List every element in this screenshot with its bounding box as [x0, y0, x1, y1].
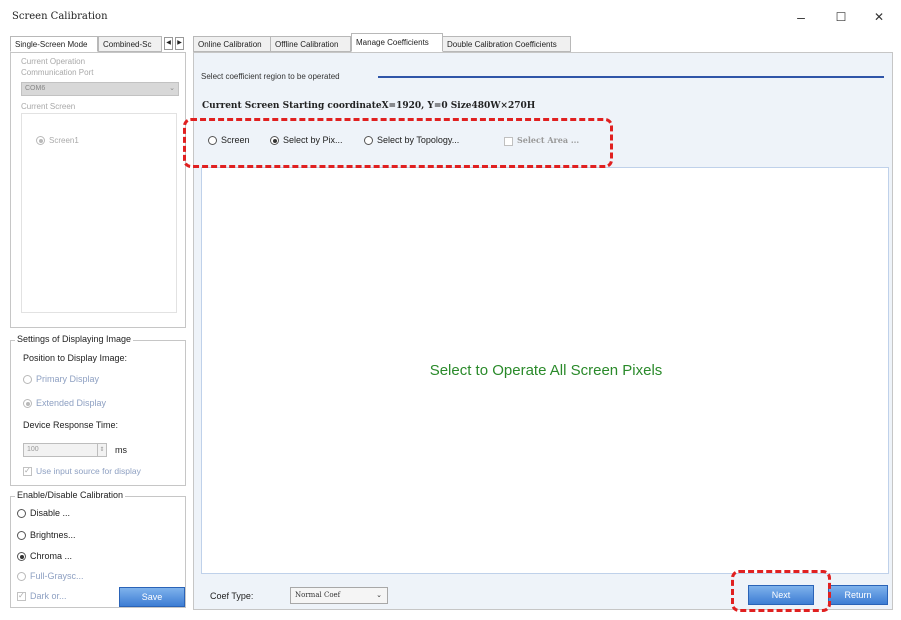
dark-option[interactable]: Dark or... [17, 591, 67, 602]
chroma-option[interactable]: Chroma ... [17, 551, 73, 562]
coef-type-label: Coef Type: [210, 591, 254, 601]
tab-double-calibration-coefficients[interactable]: Double Calibration Coefficients [443, 36, 571, 52]
full-grayscale-option[interactable]: Full-Graysc... [17, 571, 84, 582]
current-screen-label: Current Screen [21, 102, 76, 111]
disable-label: Disable ... [30, 508, 71, 518]
current-operation-label: Current Operation [21, 57, 86, 66]
communication-port-select[interactable]: COM6 ⌄ [21, 82, 179, 96]
dark-label: Dark or... [30, 591, 67, 601]
response-time-label: Device Response Time: [23, 420, 119, 430]
use-input-source-label: Use input source for display [36, 466, 141, 476]
extended-display-option[interactable]: Extended Display [23, 398, 107, 409]
chroma-radio[interactable] [17, 552, 26, 562]
position-label: Position to Display Image: [23, 353, 128, 363]
disable-radio[interactable] [17, 509, 26, 519]
primary-display-option[interactable]: Primary Display [23, 374, 100, 385]
use-input-source-checkbox[interactable] [23, 466, 32, 477]
chevron-down-icon: ⌄ [376, 591, 382, 599]
tab-scroll-left-icon[interactable]: ◀ [164, 37, 173, 50]
pixel-operation-area[interactable]: Select to Operate All Screen Pixels [201, 167, 889, 574]
display-settings-title: Settings of Displaying Image [15, 334, 134, 344]
operation-hint: Select to Operate All Screen Pixels [429, 362, 663, 379]
calibration-enable-group: Enable/Disable Calibration Disable ... B… [10, 490, 186, 608]
tab-offline-calibration[interactable]: Offline Calibration [271, 36, 351, 52]
screen-list: Screen1 [21, 113, 177, 313]
calibration-enable-title: Enable/Disable Calibration [15, 490, 126, 500]
brightness-radio[interactable] [17, 531, 26, 541]
tab-scroll-right-icon[interactable]: ▶ [175, 37, 184, 50]
dark-checkbox[interactable] [17, 591, 26, 602]
primary-display-radio[interactable] [23, 375, 32, 385]
primary-display-label: Primary Display [36, 374, 100, 384]
brightness-label: Brightnes... [30, 530, 76, 540]
window-title: Screen Calibration [12, 11, 108, 22]
screen1-label: Screen1 [49, 136, 79, 145]
left-tab-strip: Single-Screen Mode Combined-Sc ◀ ▶ [10, 36, 186, 52]
response-time-spinner[interactable]: 100 ⇕ [23, 443, 107, 457]
next-button-highlight [731, 570, 831, 612]
tab-combined-screen[interactable]: Combined-Sc [98, 36, 162, 52]
spinner-arrows-icon[interactable]: ⇕ [97, 444, 106, 456]
minimize-button[interactable]: – [786, 6, 816, 28]
title-bar: Screen Calibration – ☐ ✕ [0, 0, 901, 34]
port-value: COM6 [25, 85, 46, 92]
close-button[interactable]: ✕ [864, 6, 894, 28]
coef-type-value: Normal Coef [295, 591, 341, 599]
response-time-value: 100 [27, 446, 39, 453]
coef-type-select[interactable]: Normal Coef ⌄ [290, 587, 388, 604]
full-grayscale-radio[interactable] [17, 572, 26, 582]
full-grayscale-label: Full-Graysc... [30, 571, 84, 581]
response-time-unit: ms [115, 445, 127, 455]
current-screen-info: Current Screen Starting coordinateX=1920… [202, 101, 536, 111]
disable-option[interactable]: Disable ... [17, 508, 71, 519]
display-settings-group: Settings of Displaying Image Position to… [10, 334, 186, 486]
region-label: Select coefficient region to be operated [201, 72, 344, 81]
selection-options-highlight [183, 118, 613, 168]
tab-online-calibration[interactable]: Online Calibration [193, 36, 271, 52]
brightness-option[interactable]: Brightnes... [17, 530, 76, 541]
return-button[interactable]: Return [828, 585, 888, 605]
left-panel: Current Operation Communication Port COM… [10, 52, 186, 328]
chevron-down-icon: ⌄ [169, 85, 175, 92]
save-button[interactable]: Save [119, 587, 185, 607]
extended-display-label: Extended Display [36, 398, 107, 408]
extended-display-radio[interactable] [23, 399, 32, 409]
tab-single-screen-mode[interactable]: Single-Screen Mode [10, 36, 98, 52]
use-input-source-option[interactable]: Use input source for display [23, 466, 141, 477]
region-divider [378, 76, 884, 78]
screen1-radio[interactable] [36, 136, 45, 146]
communication-port-label: Communication Port [21, 68, 94, 77]
tab-manage-coefficients[interactable]: Manage Coefficients [351, 33, 443, 52]
chroma-label: Chroma ... [30, 551, 73, 561]
maximize-button[interactable]: ☐ [826, 6, 856, 28]
screen-list-item[interactable]: Screen1 [36, 136, 79, 146]
